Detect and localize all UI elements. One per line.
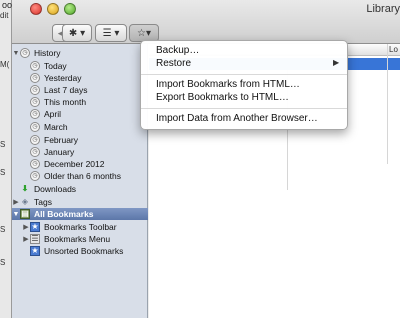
bg-fragment: S bbox=[0, 140, 6, 149]
bg-fragment: S bbox=[0, 225, 6, 234]
unsorted-folder-icon: ★ bbox=[30, 246, 40, 256]
sidebar-item-label: Today bbox=[44, 61, 67, 71]
sidebar-item-older-than-6-months[interactable]: ◷ Older than 6 months bbox=[12, 170, 148, 182]
clock-icon: ◷ bbox=[30, 159, 40, 169]
column-divider bbox=[387, 44, 388, 164]
sidebar-item-last-7-days[interactable]: ◷ Last 7 days bbox=[12, 84, 148, 96]
clock-icon: ◷ bbox=[30, 61, 40, 71]
star-icon: ☆▾ bbox=[137, 27, 151, 39]
bg-fragment: S bbox=[0, 258, 6, 267]
sidebar-item-downloads[interactable]: ⬇ Downloads bbox=[12, 183, 148, 195]
bg-fragment: M( bbox=[0, 60, 10, 69]
menu-item-label: Export Bookmarks to HTML… bbox=[156, 92, 289, 103]
download-arrow-icon: ⬇ bbox=[21, 184, 29, 193]
sidebar-item-april[interactable]: ◷ April bbox=[12, 108, 148, 120]
disclosure-open-icon[interactable]: ▼ bbox=[12, 211, 20, 218]
sidebar-item-february[interactable]: ◷ February bbox=[12, 134, 148, 146]
sidebar-item-today[interactable]: ◷ Today bbox=[12, 60, 148, 72]
library-window: Library ◀ ▶ ✱ ▾ ☰ ▾ ☆▾ ▼ ◷ History ◷ Tod… bbox=[12, 0, 400, 318]
sidebar-item-all-bookmarks[interactable]: ▼ ▤ All Bookmarks bbox=[12, 208, 148, 220]
clock-icon: ◷ bbox=[30, 122, 40, 132]
menu-item-import-html[interactable]: Import Bookmarks from HTML… bbox=[156, 79, 300, 91]
clock-icon: ◷ bbox=[20, 48, 30, 58]
sidebar-item-bookmarks-toolbar[interactable]: ▶ ★ Bookmarks Toolbar bbox=[12, 221, 148, 233]
sidebar-item-label: Unsorted Bookmarks bbox=[44, 246, 124, 256]
menu-item-import-browser[interactable]: Import Data from Another Browser… bbox=[156, 113, 318, 125]
bg-fragment: S bbox=[0, 168, 6, 177]
toolbar-folder-icon: ★ bbox=[30, 222, 40, 232]
disclosure-open-icon[interactable]: ▼ bbox=[12, 50, 20, 57]
sidebar-item-label: Older than 6 months bbox=[44, 171, 122, 181]
zoom-button[interactable] bbox=[64, 3, 76, 15]
sidebar-item-label: Bookmarks Menu bbox=[44, 234, 111, 244]
sidebar-item-december-2012[interactable]: ◷ December 2012 bbox=[12, 158, 148, 170]
menu-item-label: Restore bbox=[156, 58, 192, 69]
organize-button[interactable]: ✱ ▾ bbox=[62, 24, 92, 42]
gear-icon: ✱ ▾ bbox=[68, 27, 86, 39]
disclosure-closed-icon[interactable]: ▶ bbox=[22, 223, 30, 231]
submenu-arrow-icon: ▶ bbox=[333, 58, 340, 67]
sidebar-item-label: Bookmarks Toolbar bbox=[44, 222, 117, 232]
close-button[interactable] bbox=[30, 3, 42, 15]
background-window: dit M( S S S S bbox=[0, 0, 12, 318]
sidebar-item-label: This month bbox=[44, 97, 87, 107]
sidebar-item-label: Downloads bbox=[34, 184, 77, 194]
tag-icon: ◈ bbox=[21, 197, 29, 206]
clock-icon: ◷ bbox=[30, 147, 40, 157]
menu-item-label: Import Bookmarks from HTML… bbox=[156, 79, 300, 90]
clock-icon: ◷ bbox=[30, 135, 40, 145]
sidebar-item-label: April bbox=[44, 109, 62, 119]
sidebar-item-label: January bbox=[44, 147, 75, 157]
menu-item-backup[interactable]: Backup… bbox=[156, 45, 199, 57]
disclosure-closed-icon[interactable]: ▶ bbox=[12, 198, 20, 206]
sidebar-item-label: March bbox=[44, 122, 68, 132]
clock-icon: ◷ bbox=[30, 109, 40, 119]
sidebar-item-this-month[interactable]: ◷ This month bbox=[12, 96, 148, 108]
menu-folder-icon: ☰ bbox=[30, 234, 40, 244]
minimize-button[interactable] bbox=[47, 3, 59, 15]
menu-separator bbox=[141, 74, 347, 75]
window-title: Library bbox=[366, 3, 400, 15]
sidebar-item-label: Yesterday bbox=[44, 73, 82, 83]
title-bar: Library ◀ ▶ ✱ ▾ ☰ ▾ ☆▾ bbox=[12, 0, 400, 44]
disclosure-closed-icon[interactable]: ▶ bbox=[22, 235, 30, 243]
menu-item-export-html[interactable]: Export Bookmarks to HTML… bbox=[156, 92, 289, 104]
bookmarks-icon: ▤ bbox=[20, 209, 30, 219]
clock-icon: ◷ bbox=[30, 171, 40, 181]
sidebar-item-march[interactable]: ◷ March bbox=[12, 121, 148, 133]
menu-item-label: Backup… bbox=[156, 45, 200, 56]
import-backup-menu: Backup… Restore ▶ Import Bookmarks from … bbox=[140, 40, 348, 130]
sidebar-item-history[interactable]: ▼ ◷ History bbox=[12, 47, 148, 59]
sidebar-item-bookmarks-menu[interactable]: ▶ ☰ Bookmarks Menu bbox=[12, 233, 148, 245]
clock-icon: ◷ bbox=[30, 85, 40, 95]
sidebar-item-tags[interactable]: ▶ ◈ Tags bbox=[12, 196, 148, 208]
sidebar-item-label: Last 7 days bbox=[44, 85, 88, 95]
sidebar-item-label: December 2012 bbox=[44, 159, 105, 169]
sidebar: ▼ ◷ History ◷ Today ◷ Yesterday ◷ Last 7… bbox=[12, 44, 148, 318]
menu-item-label: Import Data from Another Browser… bbox=[156, 113, 318, 124]
menu-item-restore[interactable]: Restore ▶ bbox=[156, 58, 339, 70]
sidebar-item-january[interactable]: ◷ January bbox=[12, 146, 148, 158]
list-icon: ☰ ▾ bbox=[102, 27, 120, 39]
bg-fragment: dit bbox=[0, 11, 9, 20]
menu-separator bbox=[141, 108, 347, 109]
sidebar-item-label: History bbox=[34, 48, 61, 58]
column-header-location[interactable]: Lo bbox=[389, 45, 398, 54]
sidebar-item-label: Tags bbox=[34, 197, 52, 207]
clock-icon: ◷ bbox=[30, 73, 40, 83]
sidebar-item-unsorted-bookmarks[interactable]: ★ Unsorted Bookmarks bbox=[12, 245, 148, 257]
sidebar-item-yesterday[interactable]: ◷ Yesterday bbox=[12, 72, 148, 84]
clock-icon: ◷ bbox=[30, 97, 40, 107]
views-button[interactable]: ☰ ▾ bbox=[95, 24, 127, 42]
sidebar-item-label: All Bookmarks bbox=[34, 209, 94, 219]
window-controls bbox=[30, 3, 76, 15]
sidebar-item-label: February bbox=[44, 135, 79, 145]
